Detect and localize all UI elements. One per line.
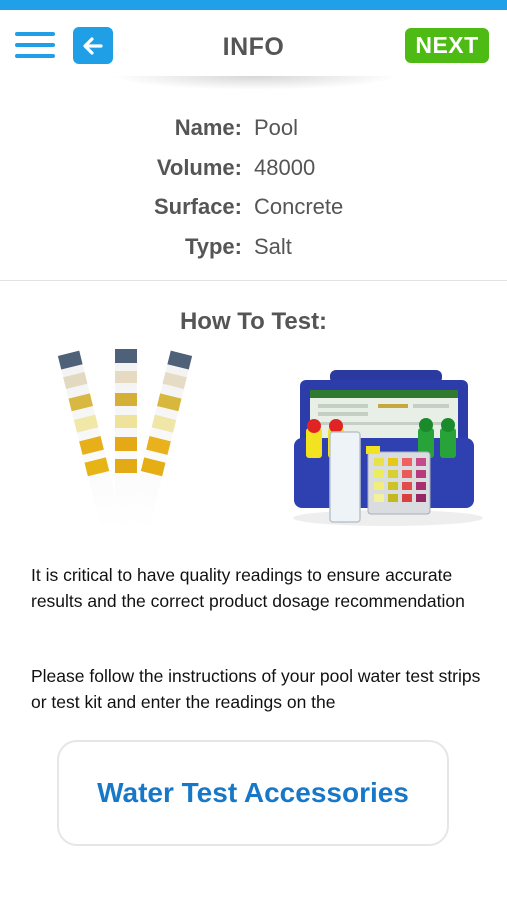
info-value: Concrete (254, 194, 344, 219)
instructions-paragraph-1: It is critical to have quality readings … (31, 565, 465, 611)
how-to-test-heading: How To Test: (179, 308, 328, 335)
info-row-name: Name: Pool (0, 112, 507, 152)
instructions-paragraph-2: Please follow the instructions of your p… (31, 666, 481, 712)
info-label: Volume: (156, 154, 242, 180)
info-row-surface: Surface: Concrete (0, 191, 507, 231)
accessories-button-label: Water Test Accessories (97, 777, 409, 808)
next-button[interactable]: NEXT (405, 28, 489, 63)
info-label: Name: (174, 115, 242, 140)
water-test-accessories-button[interactable]: Water Test Accessories (57, 740, 449, 846)
info-value: Pool (254, 115, 299, 140)
info-row-volume: Volume: 48000 (0, 152, 507, 192)
info-value: 48000 (254, 154, 316, 180)
status-strip (0, 0, 507, 10)
header-shadow (110, 76, 400, 90)
test-strips-image (57, 349, 193, 531)
test-kit-image (293, 370, 483, 526)
info-row-type: Type: Salt (0, 231, 507, 271)
pool-info-list: Name: Pool Volume: 48000 Surface: Concre… (0, 112, 507, 270)
info-label: Surface: (153, 194, 242, 219)
section-divider (0, 280, 507, 281)
info-label: Type: (184, 233, 242, 259)
info-value: Salt (254, 233, 292, 259)
